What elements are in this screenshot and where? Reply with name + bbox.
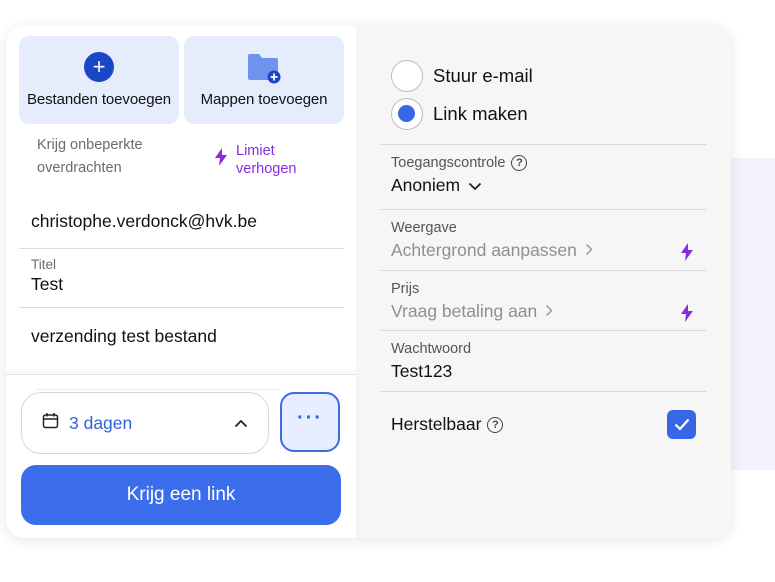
password-setting[interactable]: Wachtwoord Test123: [381, 330, 706, 391]
radio-create-link[interactable]: Link maken: [391, 98, 528, 130]
more-dots-icon: ···: [297, 407, 323, 429]
premium-lightning-icon: [680, 304, 694, 327]
add-files-label: Bestanden toevoegen: [26, 91, 172, 108]
access-control-setting[interactable]: Toegangscontrole ? Anoniem: [381, 144, 706, 209]
email-field[interactable]: christophe.verdonck@hvk.be: [19, 194, 344, 249]
add-folder-icon: [246, 52, 282, 89]
title-value: Test: [31, 274, 64, 294]
calendar-icon: [42, 412, 59, 434]
transfer-card: + Bestanden toevoegen Mappen toevoegen K…: [6, 26, 731, 538]
title-field[interactable]: Titel Test: [19, 252, 344, 308]
add-files-icon: +: [84, 52, 114, 82]
chevron-right-icon: [585, 240, 593, 261]
appearance-label: Weergave: [391, 220, 457, 236]
footer-actions: 3 dagen ··· Krijg een link: [6, 374, 356, 538]
more-options-button[interactable]: ···: [280, 392, 340, 452]
settings-column: Stuur e-mail Link maken Toegangscontrole…: [356, 26, 731, 538]
radio-create-link-label: Link maken: [433, 103, 528, 124]
chevron-up-icon: [234, 415, 248, 433]
restorable-label: Herstelbaar: [391, 414, 482, 434]
title-label: Titel: [31, 257, 57, 272]
appearance-value: Achtergrond aanpassen: [391, 240, 577, 260]
message-field[interactable]: verzending test bestand: [19, 316, 344, 356]
help-icon[interactable]: ?: [487, 416, 504, 433]
access-control-label: Toegangscontrole: [391, 155, 506, 171]
price-value: Vraag betaling aan: [391, 301, 538, 321]
checkmark-icon: [674, 418, 689, 431]
add-folders-button[interactable]: Mappen toevoegen: [184, 36, 344, 124]
appearance-setting[interactable]: Weergave Achtergrond aanpassen: [381, 209, 706, 270]
radio-send-email[interactable]: Stuur e-mail: [391, 60, 533, 92]
expiry-value: 3 dagen: [69, 412, 133, 433]
password-value[interactable]: Test123: [391, 361, 706, 382]
restorable-checkbox[interactable]: [667, 410, 696, 439]
expiry-dropdown[interactable]: 3 dagen: [21, 392, 269, 454]
radio-send-email-label: Stuur e-mail: [433, 65, 533, 86]
promo-text: Krijg onbeperkte overdrachten: [37, 137, 143, 176]
price-label: Prijs: [391, 281, 420, 297]
background-panel: [730, 158, 775, 470]
access-control-value: Anoniem: [391, 175, 461, 195]
password-label: Wachtwoord: [391, 341, 472, 357]
add-folders-label: Mappen toevoegen: [200, 91, 328, 108]
premium-lightning-icon: [680, 243, 694, 266]
chevron-down-icon: [468, 175, 482, 196]
help-icon[interactable]: ?: [511, 155, 528, 171]
divider: [36, 389, 281, 390]
price-setting[interactable]: Prijs Vraag betaling aan: [381, 270, 706, 330]
radio-create-link-control[interactable]: [391, 98, 423, 130]
increase-limit-label: Limiet verhogen: [236, 143, 297, 177]
get-link-button[interactable]: Krijg een link: [21, 465, 341, 525]
increase-limit-link[interactable]: Limiet verhogen: [214, 142, 316, 178]
restorable-setting: Herstelbaar ?: [381, 391, 706, 461]
chevron-right-icon: [545, 301, 553, 322]
upload-column: + Bestanden toevoegen Mappen toevoegen K…: [6, 26, 356, 538]
lightning-icon: [214, 148, 228, 171]
radio-send-email-control[interactable]: [391, 60, 423, 92]
add-files-button[interactable]: + Bestanden toevoegen: [19, 36, 179, 124]
